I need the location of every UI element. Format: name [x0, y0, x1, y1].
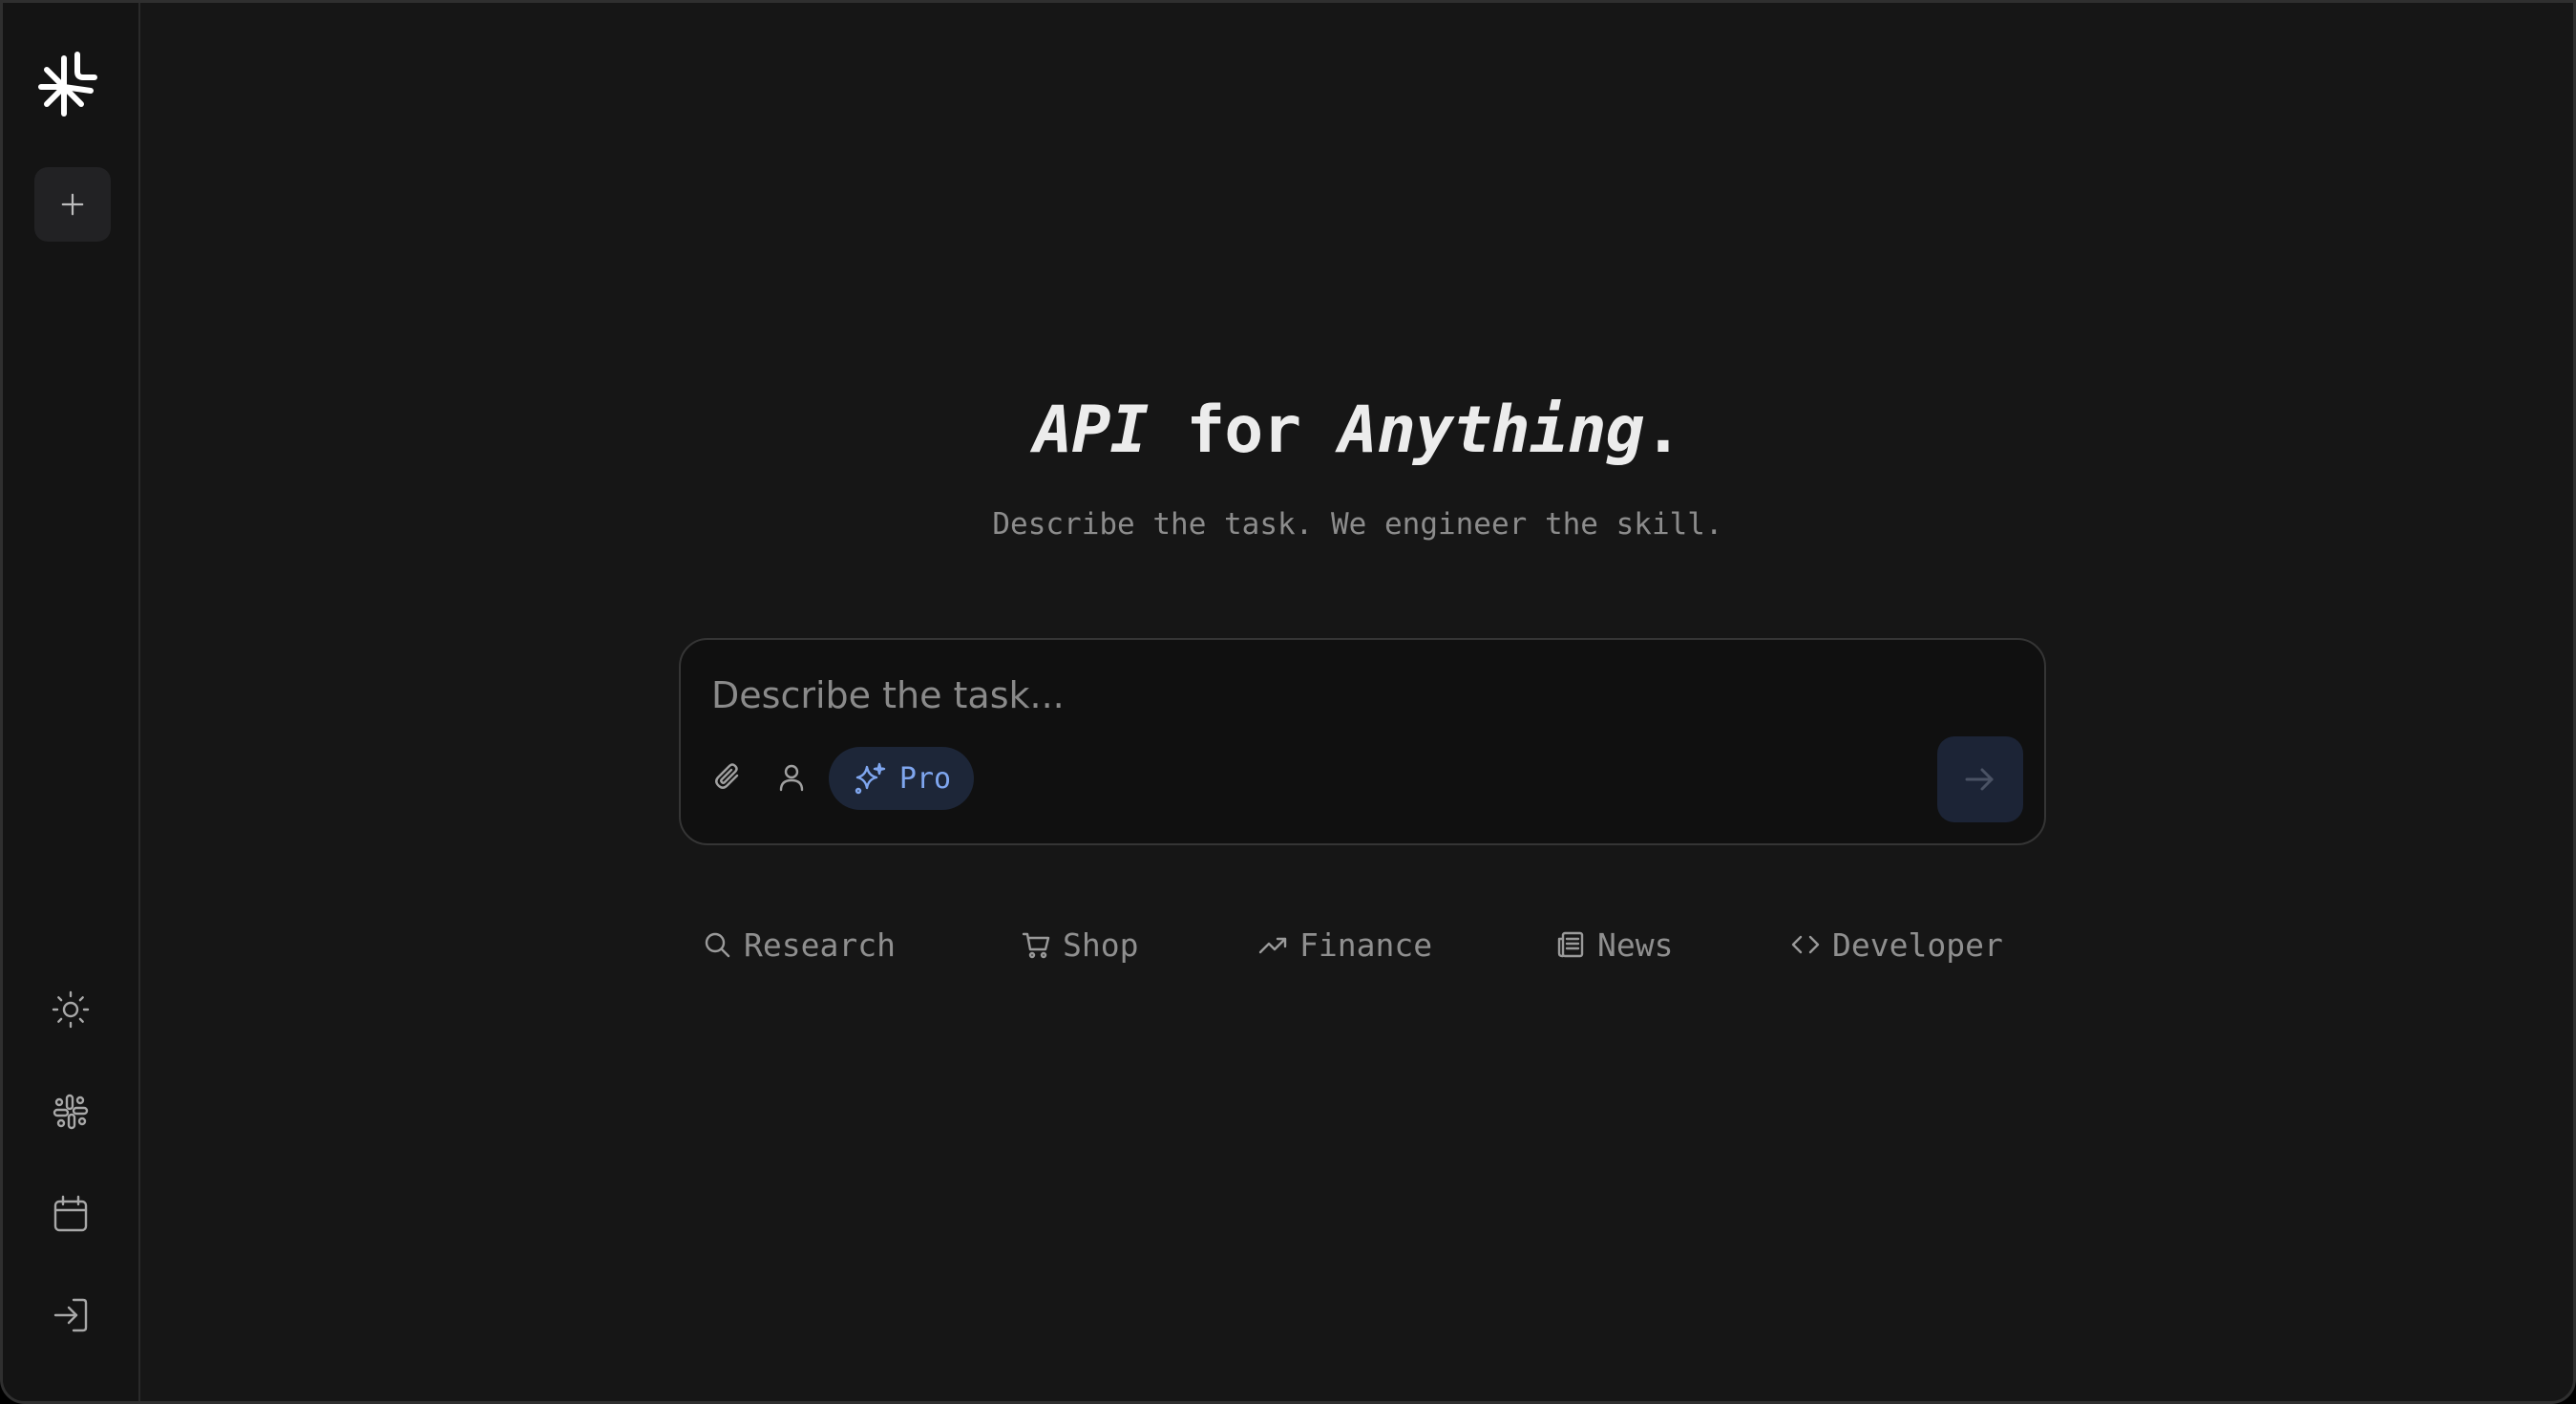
user-icon	[779, 764, 804, 792]
hero-title-api: API	[1033, 393, 1150, 468]
cart-icon	[1022, 932, 1050, 959]
category-shop[interactable]: Shop	[1021, 922, 1138, 968]
search-icon	[705, 932, 730, 958]
theme-toggle-button[interactable]	[47, 986, 95, 1033]
category-label: Shop	[1063, 925, 1139, 964]
pro-label: Pro	[898, 761, 952, 796]
hero-title-for: for	[1148, 393, 1340, 468]
new-task-button[interactable]	[34, 167, 111, 242]
trending-up-icon	[1258, 937, 1287, 954]
sidebar	[3, 3, 140, 1401]
arrow-right-icon	[1965, 768, 1994, 791]
category-label: Developer	[1832, 925, 2003, 964]
task-input[interactable]	[711, 669, 1953, 722]
task-composer: Pro	[679, 638, 2046, 845]
category-label: Research	[744, 925, 896, 964]
login-button[interactable]	[47, 1291, 95, 1339]
attach-button[interactable]	[707, 756, 750, 798]
calendar-button[interactable]	[47, 1190, 95, 1238]
send-button[interactable]	[1937, 736, 2023, 822]
category-developer[interactable]: Developer	[1790, 922, 2003, 968]
category-finance[interactable]: Finance	[1257, 922, 1432, 968]
app-window: API for Anything. Describe the task. We …	[0, 0, 2576, 1404]
newspaper-icon	[1557, 931, 1584, 958]
hero-title: API for Anything.	[142, 393, 2573, 468]
main-content: API for Anything. Describe the task. We …	[142, 3, 2573, 1401]
hero-title-anything: Anything	[1339, 393, 1645, 468]
code-icon	[1791, 935, 1820, 954]
login-icon	[53, 1298, 88, 1332]
slack-button[interactable]	[47, 1088, 95, 1136]
category-label: News	[1597, 925, 1674, 964]
plus-icon	[61, 193, 84, 216]
pro-mode-toggle[interactable]: Pro	[829, 747, 974, 810]
sparkles-icon	[855, 762, 886, 795]
category-news[interactable]: News	[1555, 922, 1673, 968]
calendar-icon	[53, 1195, 88, 1232]
hero-title-period: .	[1643, 393, 1683, 468]
paperclip-icon	[715, 763, 739, 789]
sun-icon	[52, 990, 90, 1029]
logo-icon[interactable]	[35, 47, 108, 119]
category-research[interactable]: Research	[702, 922, 896, 968]
profile-button[interactable]	[771, 756, 813, 798]
hero-subtitle: Describe the task. We engineer the skill…	[992, 507, 1723, 542]
slack-icon	[53, 1094, 89, 1130]
category-label: Finance	[1299, 925, 1433, 964]
